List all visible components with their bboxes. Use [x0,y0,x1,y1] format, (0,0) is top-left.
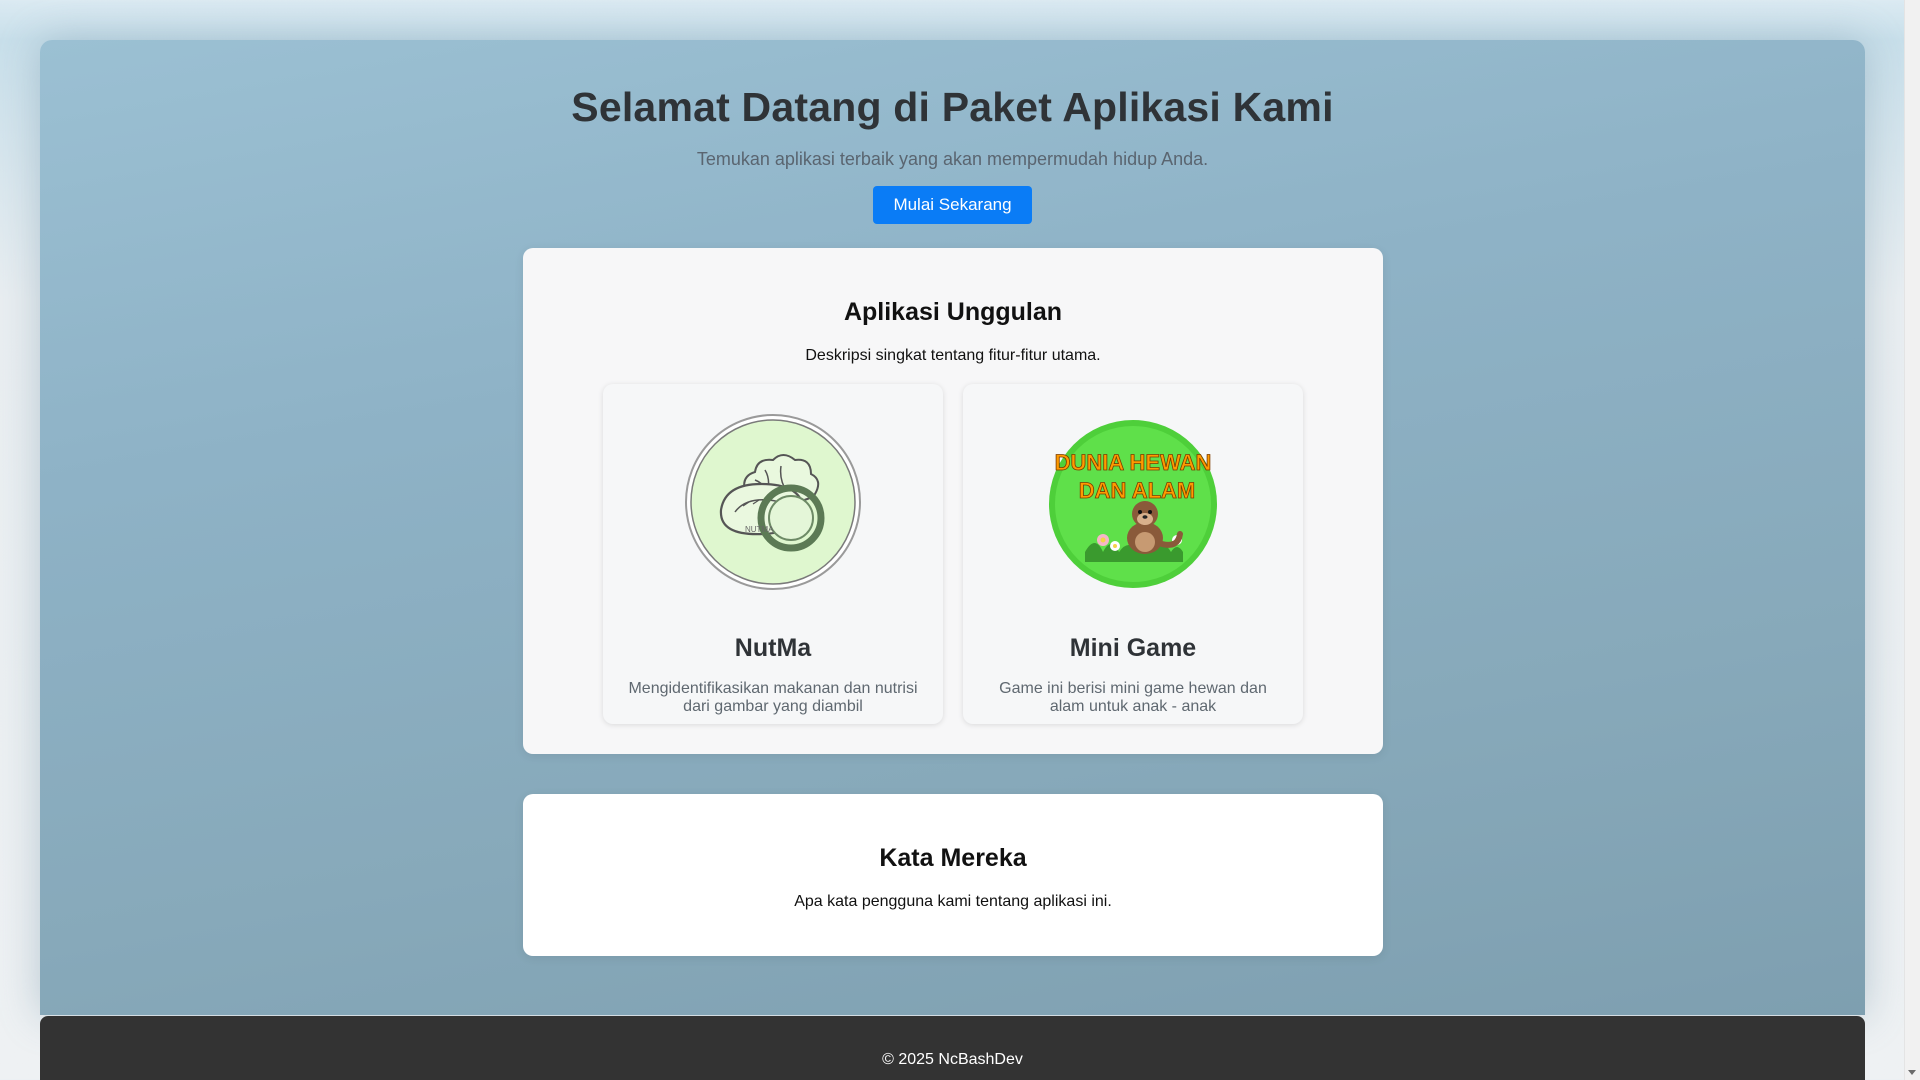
testimonials-section: Kata Mereka Apa kata pengguna kami tenta… [523,794,1383,956]
otter-logo-icon: DUNIA HEWAN DAN ALAM [1049,420,1217,588]
svg-text:NUTMA: NUTMA [745,525,774,534]
app-name: Mini Game [1069,634,1197,662]
app-card-mini-game[interactable]: DUNIA HEWAN DAN ALAM Mini Game Game ini … [963,384,1303,724]
footer: © 2025 NcBashDev [40,1016,1865,1080]
scroll-down-arrow-icon[interactable] [1908,1070,1916,1075]
footer-copyright: © 2025 NcBashDev [882,1051,1023,1068]
featured-description: Deskripsi singkat tentang fitur-fitur ut… [805,347,1101,364]
hero-subtitle: Temukan aplikasi terbaik yang akan mempe… [696,149,1209,169]
testimonials-description: Apa kata pengguna kami tentang aplikasi … [794,893,1112,910]
featured-title: Aplikasi Unggulan [843,298,1063,326]
app-name: NutMa [734,634,812,662]
vertical-scrollbar[interactable] [1904,0,1920,1080]
hero-title: Selamat Datang di Paket Aplikasi Kami [571,84,1334,130]
svg-text:DUNIA HEWAN: DUNIA HEWAN [1055,450,1212,475]
app-card-nutma[interactable]: NUTMA NutMa Mengidentifikasikan makanan … [603,384,943,724]
hero-section: Selamat Datang di Paket Aplikasi Kami Te… [40,40,1865,224]
svg-text:DAN ALAM: DAN ALAM [1079,478,1196,503]
app-description: Game ini berisi mini game hewan dan alam… [999,680,1267,715]
testimonials-title: Kata Mereka [879,844,1027,872]
main-container: Selamat Datang di Paket Aplikasi Kami Te… [40,40,1865,1015]
featured-apps-section: Aplikasi Unggulan Deskripsi singkat tent… [523,248,1383,754]
food-plate-icon: NUTMA [685,414,861,590]
app-description: Mengidentifikasikan makanan dan nutrisi … [628,680,918,715]
app-list: NUTMA NutMa Mengidentifikasikan makanan … [603,384,1303,724]
get-started-button[interactable]: Mulai Sekarang [873,186,1032,224]
